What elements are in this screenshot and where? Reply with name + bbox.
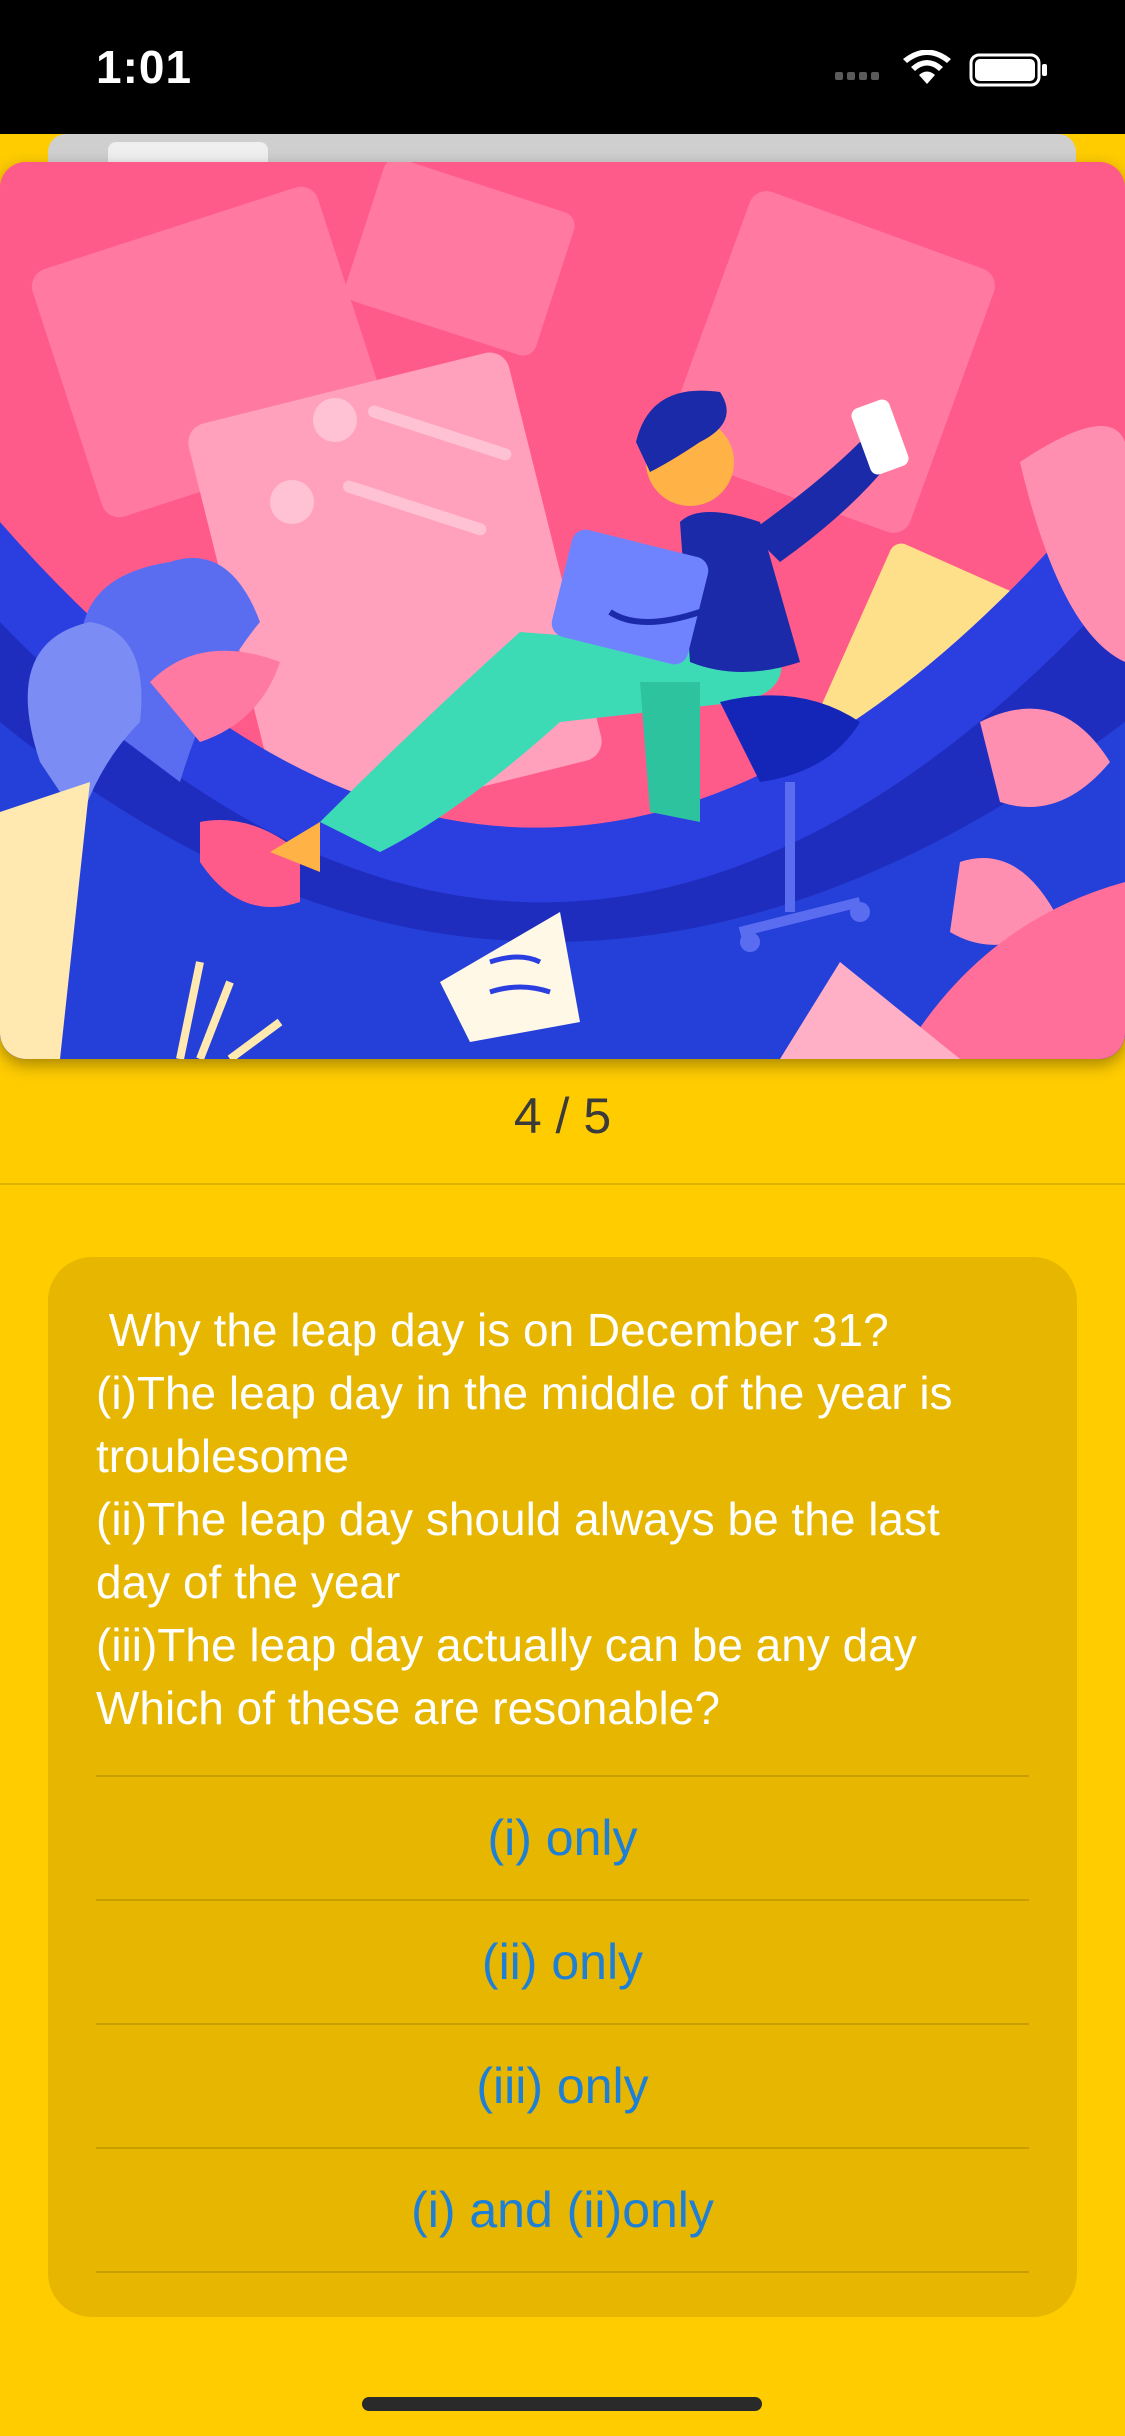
answer-option-1[interactable]: (i) only bbox=[96, 1775, 1029, 1899]
hero-image-card[interactable] bbox=[0, 162, 1125, 1059]
question-text: Why the leap day is on December 31? (i)T… bbox=[96, 1299, 1086, 1740]
question-line: (ii)The leap day should always be the la… bbox=[96, 1493, 940, 1545]
question-line: (i)The leap day in the middle of the yea… bbox=[96, 1367, 953, 1419]
question-line: troublesome bbox=[96, 1430, 350, 1482]
answer-option-4[interactable]: (i) and (ii)only bbox=[96, 2147, 1029, 2273]
home-indicator[interactable] bbox=[362, 2397, 762, 2411]
answer-option-3[interactable]: (iii) only bbox=[96, 2023, 1029, 2147]
question-line: (iii)The leap day actually can be any da… bbox=[96, 1619, 917, 1671]
illustration-person-on-office-chair bbox=[0, 162, 1125, 1059]
battery-icon bbox=[969, 53, 1047, 87]
question-line: Which of these are resonable? bbox=[96, 1682, 720, 1734]
divider bbox=[0, 1183, 1125, 1185]
answer-list: (i) only (ii) only (iii) only (i) and (i… bbox=[96, 1775, 1029, 2273]
status-time: 1:01 bbox=[96, 41, 193, 93]
question-card: Why the leap day is on December 31? (i)T… bbox=[48, 1257, 1077, 2317]
question-line: Why the leap day is on December 31? bbox=[96, 1304, 889, 1356]
question-progress: 4 / 5 bbox=[513, 1088, 612, 1144]
status-bar: 1:01 bbox=[0, 0, 1125, 134]
answer-option-2[interactable]: (ii) only bbox=[96, 1899, 1029, 2023]
signal-icon bbox=[835, 72, 879, 80]
wifi-icon bbox=[903, 50, 951, 84]
question-line: day of the year bbox=[96, 1556, 401, 1608]
status-icons bbox=[835, 50, 1047, 87]
